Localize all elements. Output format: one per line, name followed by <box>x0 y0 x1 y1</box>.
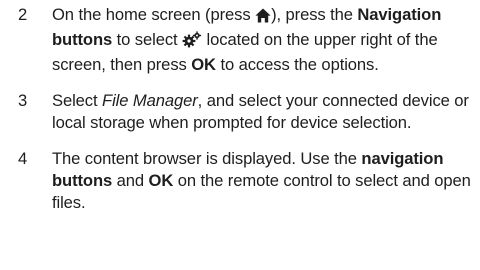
settings-gear-icon <box>182 31 202 54</box>
step-text: and <box>112 171 149 190</box>
step-emphasis: OK <box>148 171 174 190</box>
step-emphasis: OK <box>191 55 216 74</box>
step-number: 2 <box>18 5 28 24</box>
step-text: ), press the <box>271 5 353 24</box>
step-4: 4 The content browser is displayed. Use … <box>0 148 480 214</box>
step-text: to select <box>112 30 183 49</box>
step-text: to access the options. <box>220 55 379 74</box>
step-emphasis-italic: File Manager <box>102 91 198 110</box>
step-text: On the home screen (press <box>52 5 256 24</box>
step-2: 2 On the home screen (press ), press the… <box>0 4 480 76</box>
step-text: Select <box>52 91 103 110</box>
home-icon <box>255 7 271 29</box>
step-number: 3 <box>18 91 28 110</box>
step-number: 4 <box>18 149 28 168</box>
instruction-steps: 2 On the home screen (press ), press the… <box>0 4 480 214</box>
step-3: 3 Select File Manager, and select your c… <box>0 90 480 134</box>
step-text: The content browser is displayed. Use th… <box>52 149 362 168</box>
